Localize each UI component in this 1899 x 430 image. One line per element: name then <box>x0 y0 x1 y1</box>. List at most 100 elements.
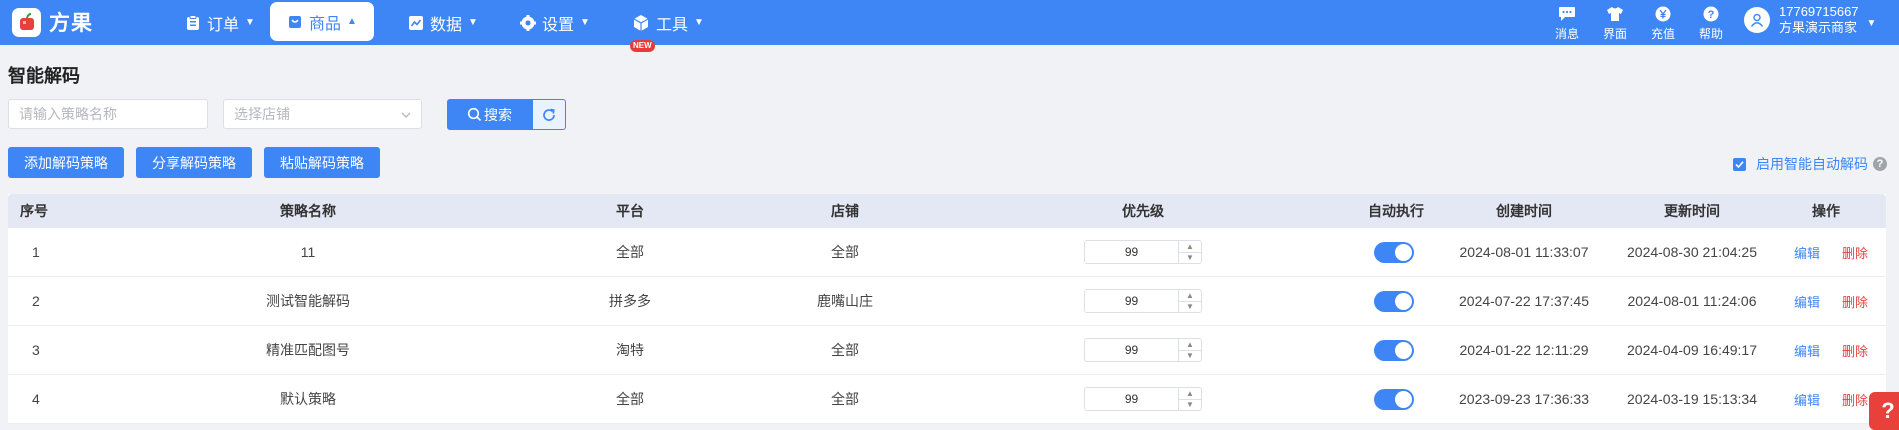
col-header: 策略名称 <box>280 203 336 219</box>
cell-created: 2023-09-23 17:36:33 <box>1459 391 1589 407</box>
cell-updated: 2024-08-01 11:24:06 <box>1627 293 1757 309</box>
new-badge: NEW <box>630 39 655 52</box>
edit-link[interactable]: 编辑 <box>1794 341 1820 360</box>
priority-stepper[interactable]: 99 ▲ ▼ <box>1084 387 1202 411</box>
chevron-down-icon[interactable]: ▼ <box>1179 349 1201 362</box>
nav-label: 订单 <box>207 16 240 34</box>
delete-link[interactable]: 删除 <box>1842 390 1868 409</box>
chevron-up-icon[interactable]: ▲ <box>1179 339 1201 350</box>
app-name: 方果 <box>49 12 93 35</box>
auto-execute-switch[interactable] <box>1374 339 1414 361</box>
toolbar-label: 消息 <box>1554 27 1579 41</box>
checkbox-checked-icon[interactable] <box>1733 157 1746 171</box>
edit-link[interactable]: 编辑 <box>1794 243 1820 262</box>
chat-icon <box>1547 4 1587 24</box>
cell-platform: 拼多多 <box>609 293 651 309</box>
add-strategy-button[interactable]: 添加解码策略 <box>8 147 124 178</box>
user-avatar-icon <box>1744 7 1770 33</box>
shirt-icon <box>1595 4 1635 24</box>
chevron-up-icon[interactable]: ▲ <box>1179 290 1201 301</box>
clipboard-icon <box>185 14 201 31</box>
switch-knob <box>1395 243 1412 261</box>
priority-value[interactable]: 99 <box>1085 388 1178 410</box>
cell-name: 11 <box>300 244 316 260</box>
delete-link[interactable]: 删除 <box>1842 243 1868 262</box>
table-row: 2 测试智能解码 拼多多 鹿嘴山庄 99 ▲ ▼ 2024-07-22 17:37… <box>8 277 1886 326</box>
col-header: 序号 <box>20 203 48 219</box>
nav-orders[interactable]: 订单 ▼ <box>170 0 270 45</box>
table-header: 序号 策略名称 平台 店铺 优先级 自动执行 创建时间 更新时间 操作 <box>8 194 1886 228</box>
priority-value[interactable]: 99 <box>1085 290 1178 312</box>
cell-created: 2024-01-22 12:11:29 <box>1459 342 1589 358</box>
cell-no: 2 <box>32 293 40 309</box>
cell-platform: 淘特 <box>616 342 644 358</box>
store-select[interactable] <box>223 99 422 129</box>
auto-execute-switch[interactable] <box>1374 388 1414 410</box>
share-strategy-button[interactable]: 分享解码策略 <box>136 147 252 178</box>
priority-value[interactable]: 99 <box>1085 339 1178 361</box>
nav-tools[interactable]: NEW 工具 ▼ <box>618 0 718 52</box>
cell-updated: 2024-04-09 16:49:17 <box>1627 342 1757 358</box>
nav-data[interactable]: 数据 ▼ <box>393 0 493 45</box>
toolbar-recharge[interactable]: 充值 <box>1643 4 1683 42</box>
line-chart-icon <box>408 15 424 31</box>
priority-stepper[interactable]: 99 ▲ ▼ <box>1084 338 1202 362</box>
cell-platform: 全部 <box>616 244 644 260</box>
caret-down-icon: ▼ <box>245 17 255 28</box>
yen-coin-icon <box>1643 4 1683 24</box>
chevron-up-icon[interactable]: ▲ <box>1179 241 1201 252</box>
user-name: 方果演示商家 <box>1779 20 1858 35</box>
cell-no: 1 <box>32 244 40 260</box>
nav-label: 设置 <box>542 16 575 34</box>
refresh-icon <box>541 107 557 123</box>
caret-up-icon: ▲ <box>347 16 357 27</box>
cell-updated: 2024-03-19 15:13:34 <box>1627 391 1757 407</box>
col-header: 创建时间 <box>1496 203 1552 219</box>
priority-stepper[interactable]: 99 ▲ ▼ <box>1084 289 1202 313</box>
refresh-button[interactable] <box>532 99 566 130</box>
chevron-down-icon[interactable]: ▼ <box>1179 300 1201 313</box>
nav-label: 商品 <box>309 15 342 33</box>
toolbar-help[interactable]: ? 帮助 <box>1691 4 1731 42</box>
priority-stepper[interactable]: 99 ▲ ▼ <box>1084 240 1202 264</box>
chevron-down-icon[interactable]: ▼ <box>1179 251 1201 264</box>
toolbar-messages[interactable]: 消息 <box>1547 4 1587 42</box>
col-header: 店铺 <box>831 203 859 219</box>
nav-products[interactable]: 商品 ▲ <box>270 2 374 41</box>
search-button[interactable]: 搜索 <box>447 99 532 130</box>
strategy-name-input[interactable] <box>8 99 208 129</box>
nav-label: 数据 <box>430 16 463 34</box>
strategy-table: 序号 策略名称 平台 店铺 优先级 自动执行 创建时间 更新时间 操作 1 11… <box>8 194 1886 424</box>
nav-settings[interactable]: 设置 ▼ <box>505 0 605 45</box>
edit-link[interactable]: 编辑 <box>1794 390 1820 409</box>
priority-value[interactable]: 99 <box>1085 241 1178 263</box>
nav-label: 工具 <box>656 16 689 34</box>
chevron-up-icon[interactable]: ▲ <box>1179 388 1201 399</box>
delete-link[interactable]: 删除 <box>1842 292 1868 311</box>
store-select-input[interactable] <box>223 99 422 129</box>
toolbar-label: 界面 <box>1602 27 1627 41</box>
col-header: 平台 <box>616 203 644 219</box>
toolbar-theme[interactable]: 界面 <box>1595 4 1635 42</box>
col-header: 操作 <box>1812 203 1840 219</box>
cell-name: 默认策略 <box>280 391 336 407</box>
user-menu[interactable]: 17769715667 方果演示商家 ▼ <box>1744 4 1876 36</box>
cell-name: 精准匹配图号 <box>266 342 350 358</box>
question-icon[interactable]: ? <box>1873 157 1887 171</box>
cell-created: 2024-07-22 17:37:45 <box>1459 293 1589 309</box>
auto-execute-switch[interactable] <box>1374 290 1414 312</box>
auto-decode-toggle[interactable]: 启用智能自动解码 ? <box>1733 154 1887 174</box>
delete-link[interactable]: 删除 <box>1842 341 1868 360</box>
app-logo[interactable]: 方果 <box>12 7 93 37</box>
cell-store: 全部 <box>831 391 859 407</box>
edit-link[interactable]: 编辑 <box>1794 292 1820 311</box>
chevron-down-icon[interactable]: ▼ <box>1179 398 1201 411</box>
floating-help-icon[interactable]: ? <box>1869 392 1899 430</box>
paste-strategy-button[interactable]: 粘贴解码策略 <box>264 147 380 178</box>
chevron-down-icon <box>400 108 412 126</box>
cell-name: 测试智能解码 <box>266 293 350 309</box>
cell-created: 2024-08-01 11:33:07 <box>1459 244 1589 260</box>
cell-store: 全部 <box>831 244 859 260</box>
switch-knob <box>1395 390 1412 408</box>
auto-execute-switch[interactable] <box>1374 241 1414 263</box>
